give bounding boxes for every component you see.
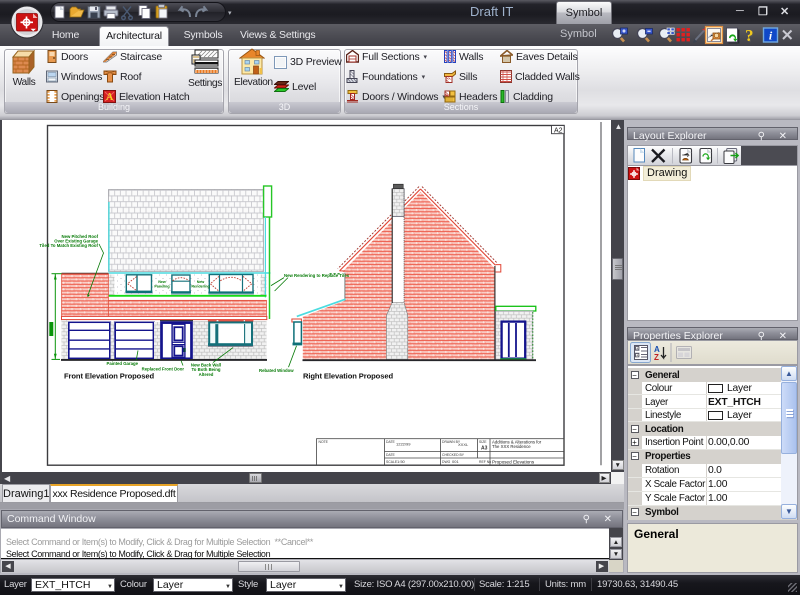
svg-text:Paneling: Paneling: [154, 284, 169, 288]
svg-text:+: +: [636, 346, 638, 350]
svg-text:Rendering: Rendering: [191, 284, 209, 288]
svg-text:1222/99: 1222/99: [396, 442, 411, 447]
svg-text:The XXX Residence: The XXX Residence: [492, 444, 531, 449]
svg-text:CHECKED BY: CHECKED BY: [442, 453, 465, 457]
svg-text:New: New: [197, 280, 205, 284]
svg-text:+: +: [636, 353, 638, 357]
svg-text:New Rendering to Replace Tiles: New Rendering to Replace Tiles: [284, 273, 350, 278]
svg-text:DATE: DATE: [386, 440, 396, 444]
svg-text:1:50: 1:50: [397, 459, 406, 464]
svg-text:SIZE: SIZE: [479, 440, 487, 444]
svg-text:A3: A3: [481, 446, 488, 452]
svg-text:DATE: DATE: [386, 453, 396, 457]
svg-text:New: New: [158, 280, 166, 284]
svg-text:Altered: Altered: [199, 372, 214, 377]
svg-text:Right Elevation Proposed: Right Elevation Proposed: [303, 372, 393, 381]
svg-text:Front Elevation Proposed: Front Elevation Proposed: [64, 372, 154, 381]
svg-text:XXXL: XXXL: [458, 442, 469, 447]
svg-text:NOTE: NOTE: [319, 440, 329, 444]
svg-text:Proposed Elevations: Proposed Elevations: [492, 459, 535, 464]
svg-text:001: 001: [452, 459, 459, 464]
svg-text:Rebated Window: Rebated Window: [259, 368, 294, 373]
svg-text:REF No: REF No: [479, 460, 491, 464]
svg-text:Tiled To Match Existing Roof: Tiled To Match Existing Roof: [39, 243, 98, 248]
svg-text:DWG: DWG: [442, 460, 451, 464]
svg-text:A: A: [106, 92, 114, 103]
svg-text:A2: A2: [554, 127, 563, 134]
svg-text:Z: Z: [654, 353, 659, 362]
svg-text:Painted Garage: Painted Garage: [107, 361, 139, 366]
